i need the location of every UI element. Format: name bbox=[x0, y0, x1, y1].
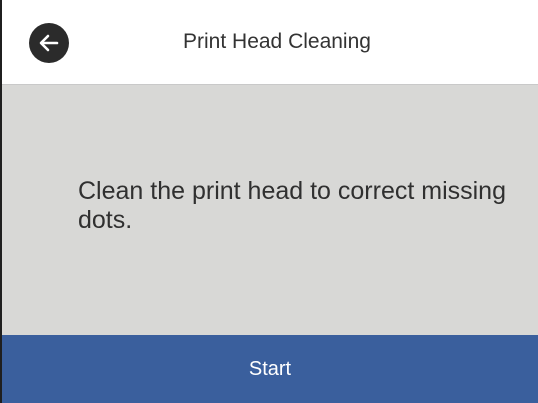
arrow-left-icon bbox=[39, 34, 59, 52]
start-button-label: Start bbox=[248, 358, 292, 380]
header-bar: Print Head Cleaning bbox=[2, 0, 538, 85]
start-button[interactable]: Start bbox=[2, 335, 538, 403]
print-head-cleaning-screen: Print Head Cleaning Clean the print head… bbox=[0, 0, 538, 403]
instruction-text: Clean the print head to correct missing … bbox=[78, 177, 506, 234]
back-button[interactable] bbox=[29, 23, 69, 63]
message-panel: Clean the print head to correct missing … bbox=[2, 85, 538, 335]
page-title: Print Head Cleaning bbox=[183, 30, 371, 53]
